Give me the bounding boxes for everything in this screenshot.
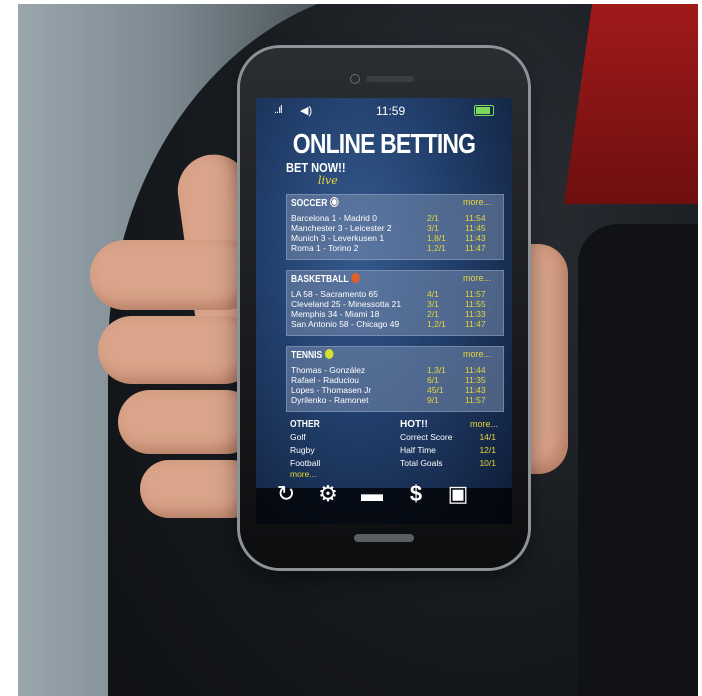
hot-section: HOT!! more... Correct Score 14/1 Half Tim… xyxy=(400,418,504,470)
soccer-header: SOCCER xyxy=(291,197,339,209)
clock: 11:59 xyxy=(376,104,406,118)
radio-icon[interactable]: ▣ xyxy=(444,480,472,508)
match-row[interactable]: Manchester 3 - Leicester 2 3/1 11:45 xyxy=(291,223,501,233)
finger-index xyxy=(90,240,260,310)
basketball-icon xyxy=(351,273,360,283)
match-row[interactable]: Memphis 34 - Miami 18 2/1 11:33 xyxy=(291,309,501,319)
earpiece xyxy=(366,76,414,82)
match-row[interactable]: San Antonio 58 - Chicago 49 1,2/1 11:47 xyxy=(291,319,501,329)
status-bar: ..ıl ◀) 11:59 xyxy=(256,104,512,118)
dollar-icon[interactable]: $ xyxy=(402,480,430,508)
soccer-panel: SOCCER more... Barcelona 1 - Madrid 0 2/1… xyxy=(286,194,504,260)
match-row[interactable]: Cleveland 25 - Minessotta 21 3/1 11:55 xyxy=(291,299,501,309)
front-camera xyxy=(350,74,360,84)
tennis-more-link[interactable]: more... xyxy=(463,349,491,359)
match-row[interactable]: Dyrilenko - Ramonet 9/1 11:57 xyxy=(291,395,501,405)
match-row[interactable]: Lopes - Thomasen Jr 45/1 11:43 xyxy=(291,385,501,395)
other-header: OTHER xyxy=(290,419,320,430)
match-row[interactable]: Barcelona 1 - Madrid 0 2/1 11:54 xyxy=(291,213,501,223)
photo-background: ..ıl ◀) 11:59 ONLINE BETTING BET NOW!! l… xyxy=(18,4,698,696)
basketball-header: BASKETBALL xyxy=(291,273,360,285)
soccer-ball-icon xyxy=(329,197,339,207)
hot-row[interactable]: Correct Score 14/1 xyxy=(400,431,504,444)
folder-icon[interactable]: ▬ xyxy=(358,480,386,508)
gear-icon[interactable]: ⚙ xyxy=(314,480,342,508)
toolbar-icons: ↻ ⚙ ▬ $ ▣ xyxy=(262,480,492,508)
home-button[interactable] xyxy=(354,534,414,542)
signal-icon: ..ıl xyxy=(274,104,283,116)
tennis-panel: TENNIS more... Thomas - González 1,3/1 11:… xyxy=(286,346,504,412)
other-more-link[interactable]: more... xyxy=(290,470,325,479)
tennis-ball-icon xyxy=(324,349,334,359)
battery-icon xyxy=(474,105,494,116)
tennis-header: TENNIS xyxy=(291,349,334,361)
finger-middle xyxy=(98,316,258,384)
hot-row[interactable]: Total Goals 10/1 xyxy=(400,457,504,470)
other-item[interactable]: Rugby xyxy=(290,444,325,457)
refresh-icon[interactable]: ↻ xyxy=(272,480,300,508)
other-item[interactable]: Golf xyxy=(290,431,325,444)
other-section: OTHER Golf Rugby Football more... xyxy=(290,418,325,479)
finger-ring xyxy=(118,390,258,454)
hot-row[interactable]: Half Time 12/1 xyxy=(400,444,504,457)
app-title: ONLINE BETTING xyxy=(292,128,476,159)
basketball-panel: BASKETBALL more... LA 58 - Sacramento 65… xyxy=(286,270,504,336)
phone-screen: ..ıl ◀) 11:59 ONLINE BETTING BET NOW!! l… xyxy=(256,98,512,524)
suit-shadow xyxy=(578,224,698,696)
bet-now-label: BET NOW!! xyxy=(286,160,346,175)
volume-icon: ◀) xyxy=(300,105,313,117)
smartphone: ..ıl ◀) 11:59 ONLINE BETTING BET NOW!! l… xyxy=(240,48,528,568)
basketball-more-link[interactable]: more... xyxy=(463,273,491,283)
hot-more-link[interactable]: more... xyxy=(470,418,498,431)
match-row[interactable]: Roma 1 - Torino 2 1,2/1 11:47 xyxy=(291,243,501,253)
live-label: live xyxy=(318,174,338,187)
match-row[interactable]: LA 58 - Sacramento 65 4/1 11:57 xyxy=(291,289,501,299)
soccer-more-link[interactable]: more... xyxy=(463,197,491,207)
match-row[interactable]: Rafael - Raduciou 6/1 11:35 xyxy=(291,375,501,385)
match-row[interactable]: Thomas - González 1,3/1 11:44 xyxy=(291,365,501,375)
match-row[interactable]: Munich 3 - Leverkusen 1 1,8/1 11:43 xyxy=(291,233,501,243)
